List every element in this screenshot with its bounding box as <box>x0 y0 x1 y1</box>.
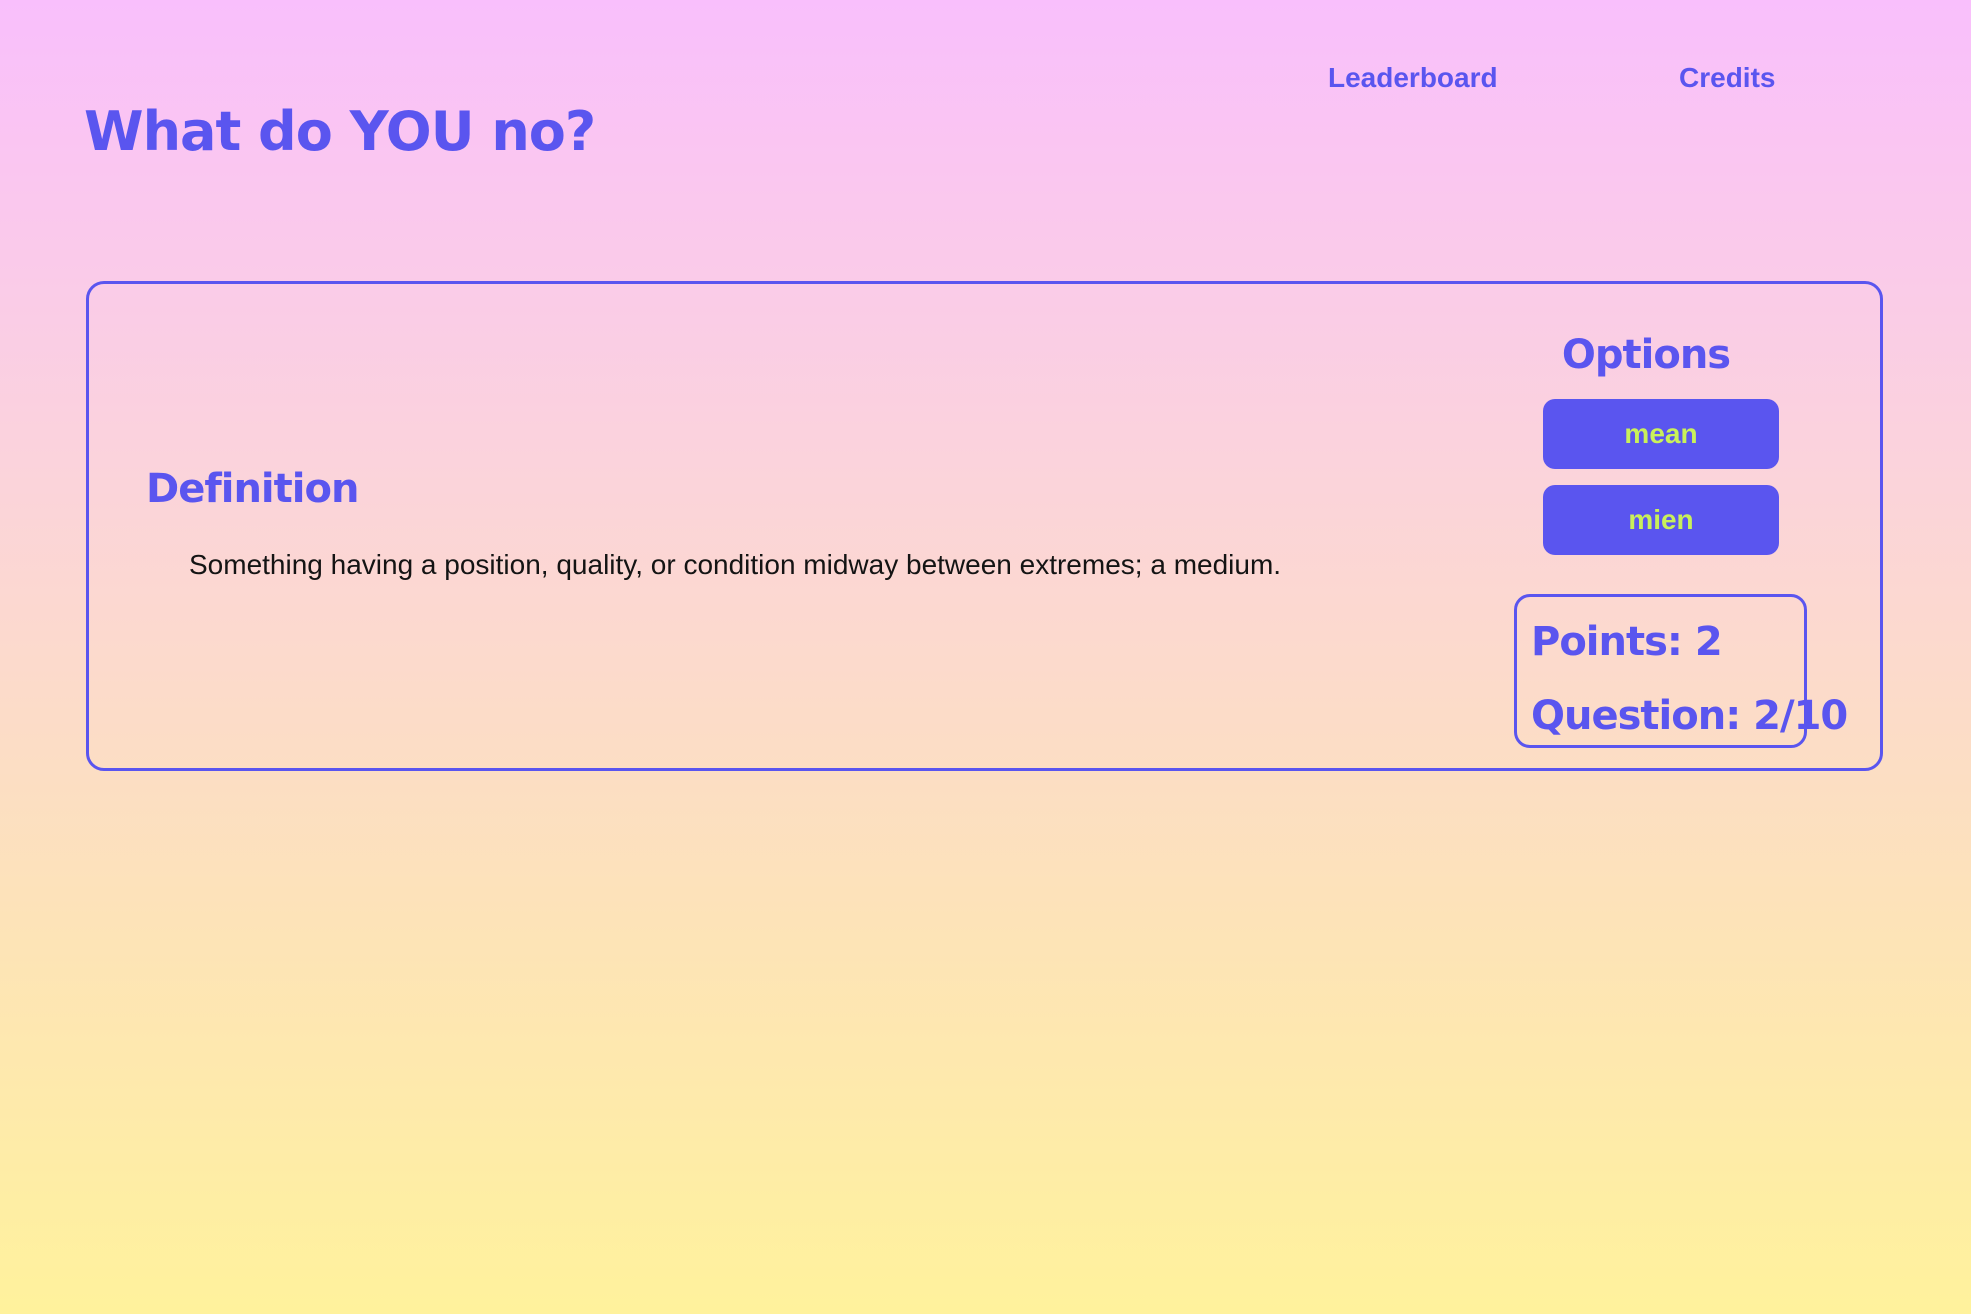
option-button-mean[interactable]: mean <box>1543 399 1779 469</box>
option-button-mien[interactable]: mien <box>1543 485 1779 555</box>
quiz-card: Definition Something having a position, … <box>86 281 1883 771</box>
nav-link-leaderboard[interactable]: Leaderboard <box>1328 60 1498 96</box>
question-counter: Question: 2/10 <box>1531 693 1848 739</box>
site-title: What do YOU no? <box>84 100 596 163</box>
nav-link-credits[interactable]: Credits <box>1679 60 1775 96</box>
points-counter: Points: 2 <box>1531 619 1723 665</box>
score-panel: Points: 2 Question: 2/10 <box>1514 594 1848 748</box>
definition-heading: Definition <box>146 466 359 512</box>
options-heading: Options <box>1561 332 1731 378</box>
definition-text: Something having a position, quality, or… <box>189 549 1282 580</box>
